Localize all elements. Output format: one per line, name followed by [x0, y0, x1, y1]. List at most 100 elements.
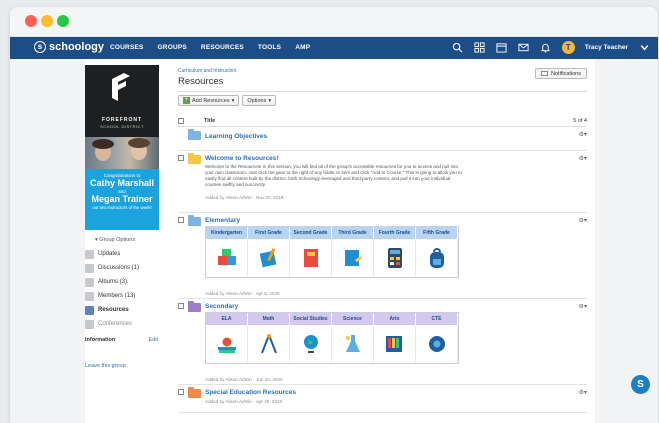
sidebar-item-updates[interactable]: Updates [85, 247, 160, 261]
resource-title[interactable]: Special Education Resources [205, 389, 296, 396]
nav-amp[interactable]: AMP [295, 44, 310, 51]
subject-link-cte[interactable]: CTE [416, 313, 458, 325]
group-banner: FOREFRONT SCHOOL DISTRICT Congratulation… [85, 65, 159, 230]
sidebar-item-label: Albums (3) [98, 279, 128, 285]
grade-link-fourth[interactable]: Fourth Grade [374, 227, 416, 239]
logo-icon: s [34, 41, 46, 53]
sidebar-item-conferences[interactable]: Conferences [85, 317, 160, 331]
table-row: Special Education Resources ⚙▾ Added by … [178, 385, 587, 413]
information-edit-link[interactable]: Edit [149, 337, 158, 343]
gear-icon[interactable]: ⚙▾ [579, 389, 587, 396]
globe-icon[interactable] [290, 325, 332, 363]
messages-icon[interactable] [518, 42, 530, 54]
group-options-toggle[interactable]: ▾ Group Options [85, 233, 160, 247]
resource-title[interactable]: Elementary [205, 217, 240, 224]
row-checkbox[interactable] [178, 303, 184, 309]
add-resources-button[interactable]: + Add Resources ▾ [178, 95, 240, 106]
paint-icon[interactable] [248, 239, 290, 277]
sidebar-item-label: Members (13) [98, 293, 136, 299]
conferences-icon [85, 319, 94, 329]
gear-icon[interactable]: ⚙▾ [579, 155, 587, 162]
resource-meta: Added by Alison Admin · Jun 10, 2020 [205, 377, 283, 382]
nav-resources[interactable]: RESOURCES [201, 44, 244, 51]
notifications-bell-icon[interactable] [540, 42, 552, 54]
content-area: FOREFRONT SCHOOL DISTRICT Congratulation… [85, 59, 595, 423]
flask-icon[interactable] [332, 325, 374, 363]
row-checkbox[interactable] [178, 389, 184, 395]
subject-link-math[interactable]: Math [248, 313, 290, 325]
resource-title[interactable]: Secondary [205, 303, 238, 310]
subject-link-science[interactable]: Science [332, 313, 374, 325]
book-icon[interactable] [290, 239, 332, 277]
gear-icon[interactable]: ⚙▾ [579, 131, 587, 138]
discussions-icon [85, 263, 94, 273]
folder-icon [188, 129, 201, 140]
close-window-button[interactable] [25, 15, 37, 27]
members-icon [85, 291, 94, 301]
options-button[interactable]: Options ▾ [242, 95, 277, 106]
gear-icon[interactable]: ⚙▾ [579, 303, 587, 310]
apps-grid-icon[interactable] [474, 42, 486, 54]
search-icon[interactable] [452, 42, 464, 54]
resource-meta: Added by Alison Admin · Apr 20, 2020 [205, 399, 283, 404]
user-avatar[interactable]: T [561, 41, 575, 54]
compass-icon[interactable] [248, 325, 290, 363]
help-fab-button[interactable]: S [631, 375, 650, 394]
sidebar-item-discussions[interactable]: Discussions (1) [85, 261, 160, 275]
grade-link-kindergarten[interactable]: Kindergarten [206, 227, 248, 239]
row-checkbox[interactable] [178, 155, 184, 161]
schoology-logo[interactable]: s schoology [34, 41, 104, 53]
table-row: Welcome to Resources! ⚙▾ Welcome to the … [178, 151, 587, 213]
nav-tools[interactable]: TOOLS [258, 44, 281, 51]
books-apple-icon[interactable] [206, 325, 248, 363]
sidebar-item-albums[interactable]: Albums (3) [85, 275, 160, 289]
select-all-checkbox[interactable] [178, 118, 184, 124]
nav-courses[interactable]: COURSES [110, 44, 144, 51]
notebook-icon[interactable] [332, 239, 374, 277]
chevron-down-icon[interactable] [638, 42, 650, 54]
subject-link-arts[interactable]: Arts [374, 313, 416, 325]
gear-chip-icon[interactable] [416, 325, 458, 363]
calculator-icon[interactable] [374, 239, 416, 277]
browser-window: s schoology COURSES GROUPS RESOURCES TOO… [10, 7, 658, 423]
grade-link-third[interactable]: Third Grade [332, 227, 374, 239]
banner-note: our two instructors of the week! [92, 205, 152, 210]
folder-icon [188, 301, 201, 312]
instructors-photo [85, 137, 159, 169]
row-checkbox[interactable] [178, 217, 184, 223]
maximize-window-button[interactable] [57, 15, 69, 27]
grade-link-second[interactable]: Second Grade [290, 227, 332, 239]
resource-title[interactable]: Welcome to Resources! [205, 155, 279, 162]
grade-link-fifth[interactable]: Fifth Grade [416, 227, 458, 239]
nav-groups[interactable]: GROUPS [158, 44, 187, 51]
chevron-down-icon: ▾ [231, 97, 235, 104]
table-row: Learning Objectives ⚙▾ [178, 127, 587, 151]
table-header: Title 5 of 4 [178, 116, 587, 127]
sidebar-item-resources[interactable]: Resources [85, 303, 160, 317]
palette-icon[interactable] [374, 325, 416, 363]
subject-link-ela[interactable]: ELA [206, 313, 248, 325]
leave-group-link[interactable]: Leave this group [85, 363, 160, 369]
blocks-icon[interactable] [206, 239, 248, 277]
banner-name-1: Cathy Marshall [89, 178, 155, 188]
school-name: FOREFRONT [101, 117, 143, 123]
calendar-icon[interactable] [496, 42, 508, 54]
user-name[interactable]: Tracy Teacher [585, 44, 628, 51]
resource-meta: Added by Alison Admin · Apr 6, 2020 [205, 291, 280, 296]
table-row: Secondary ⚙▾ ELA Math Social Studies Sci… [178, 299, 587, 385]
banner-name-2: Megan Trainer [91, 194, 153, 204]
window-chrome [10, 7, 658, 37]
resource-title[interactable]: Learning Objectives [205, 133, 267, 140]
sidebar-item-members[interactable]: Members (13) [85, 289, 160, 303]
grade-link-first[interactable]: First Grade [248, 227, 290, 239]
subject-link-social-studies[interactable]: Social Studies [290, 313, 332, 325]
gear-icon[interactable]: ⚙▾ [579, 217, 587, 224]
sidebar-item-label: Conferences [98, 321, 133, 327]
notifications-button[interactable]: Notifications [535, 68, 587, 79]
resources-icon [85, 305, 94, 315]
add-icon: + [183, 97, 190, 104]
column-title: Title [204, 118, 216, 124]
minimize-window-button[interactable] [41, 15, 53, 27]
backpack-icon[interactable] [416, 239, 458, 277]
breadcrumb[interactable]: Curriculum and Instruction [178, 68, 236, 74]
